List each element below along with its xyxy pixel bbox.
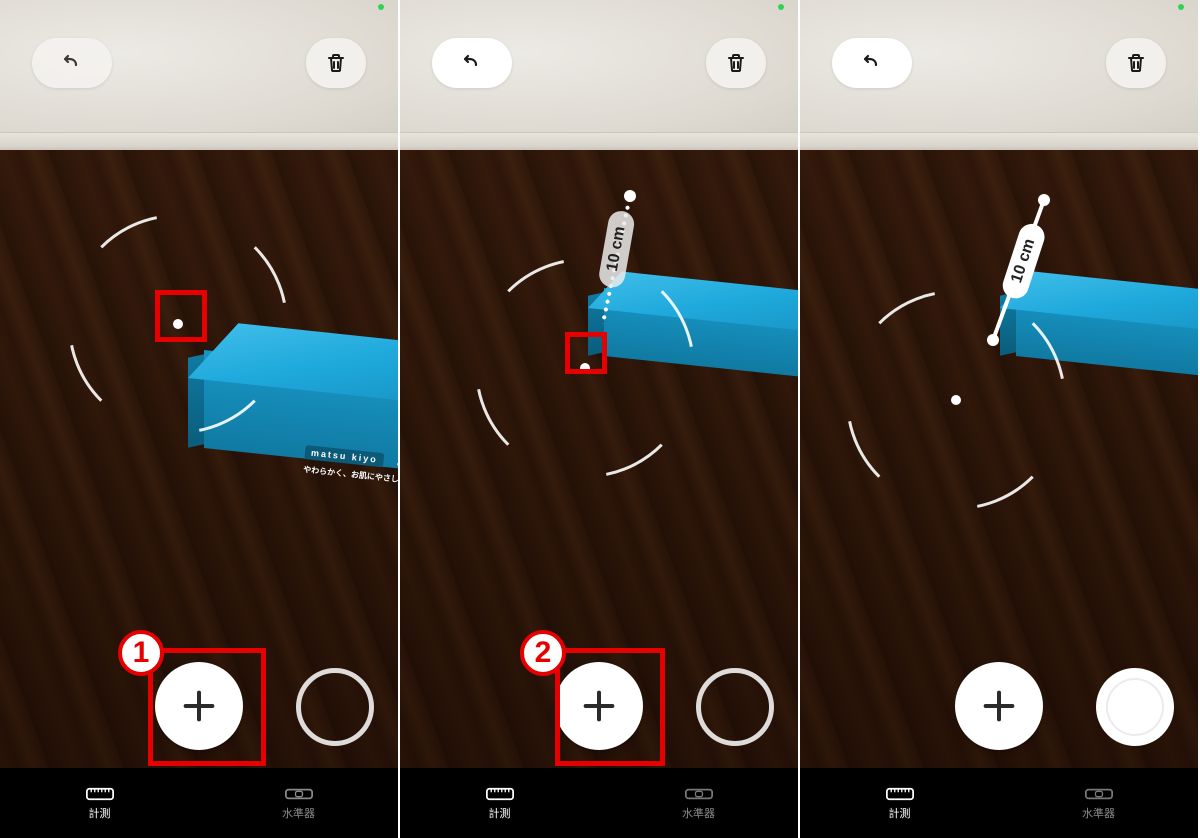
shutter-ring-icon	[1096, 668, 1174, 746]
tab-measure-label: 計測	[89, 805, 111, 821]
tab-level-label: 水準器	[1082, 805, 1115, 821]
add-point-button[interactable]	[955, 662, 1043, 750]
tab-measure[interactable]: 計測	[400, 768, 599, 838]
add-point-button[interactable]	[155, 662, 243, 750]
trash-icon	[324, 51, 348, 75]
bottom-tab-bar: 計測 水準器	[400, 768, 798, 838]
camera-active-indicator	[778, 4, 784, 10]
undo-icon	[460, 51, 484, 75]
tab-measure[interactable]: 計測	[800, 768, 999, 838]
trash-button[interactable]	[1106, 38, 1166, 88]
product-logo: matsu kiyo	[304, 445, 384, 467]
shutter-ring-icon	[696, 668, 774, 746]
trash-icon	[1124, 51, 1148, 75]
level-icon	[685, 785, 713, 803]
tab-level-label: 水準器	[282, 805, 315, 821]
trash-button[interactable]	[306, 38, 366, 88]
ruler-icon	[86, 785, 114, 803]
undo-icon	[860, 51, 884, 75]
shutter-button[interactable]	[696, 668, 774, 746]
trash-button[interactable]	[706, 38, 766, 88]
plus-icon	[979, 686, 1019, 726]
ruler-icon	[886, 785, 914, 803]
shutter-button[interactable]	[296, 668, 374, 746]
shutter-ring-icon	[296, 668, 374, 746]
bottom-tab-bar: 計測 水準器	[800, 768, 1198, 838]
trash-icon	[724, 51, 748, 75]
bottom-tab-bar: 計測 水準器	[0, 768, 398, 838]
screenshot-panel-2: 10 cm 計測 水準器 2	[400, 0, 800, 838]
undo-button[interactable]	[432, 38, 512, 88]
undo-icon	[60, 51, 84, 75]
measurement-end-point	[987, 334, 999, 346]
tab-level[interactable]: 水準器	[199, 768, 398, 838]
plus-icon	[579, 686, 619, 726]
add-point-button[interactable]	[555, 662, 643, 750]
ruler-icon	[486, 785, 514, 803]
tab-measure[interactable]: 計測	[0, 768, 199, 838]
screenshot-panel-3: 10 cm 計測 水準器	[800, 0, 1200, 838]
level-icon	[285, 785, 313, 803]
undo-button[interactable]	[832, 38, 912, 88]
tab-measure-label: 計測	[889, 805, 911, 821]
undo-button[interactable]	[32, 38, 112, 88]
camera-active-indicator	[1178, 4, 1184, 10]
tab-measure-label: 計測	[489, 805, 511, 821]
plus-icon	[179, 686, 219, 726]
level-icon	[1085, 785, 1113, 803]
screenshot-panel-1: matsu kiyo SOFTIM やわらかく、お肌にやさしい 計測	[0, 0, 400, 838]
tab-level[interactable]: 水準器	[599, 768, 798, 838]
tab-level-label: 水準器	[682, 805, 715, 821]
tab-level[interactable]: 水準器	[999, 768, 1198, 838]
shutter-button[interactable]	[1096, 668, 1174, 746]
camera-active-indicator	[378, 4, 384, 10]
